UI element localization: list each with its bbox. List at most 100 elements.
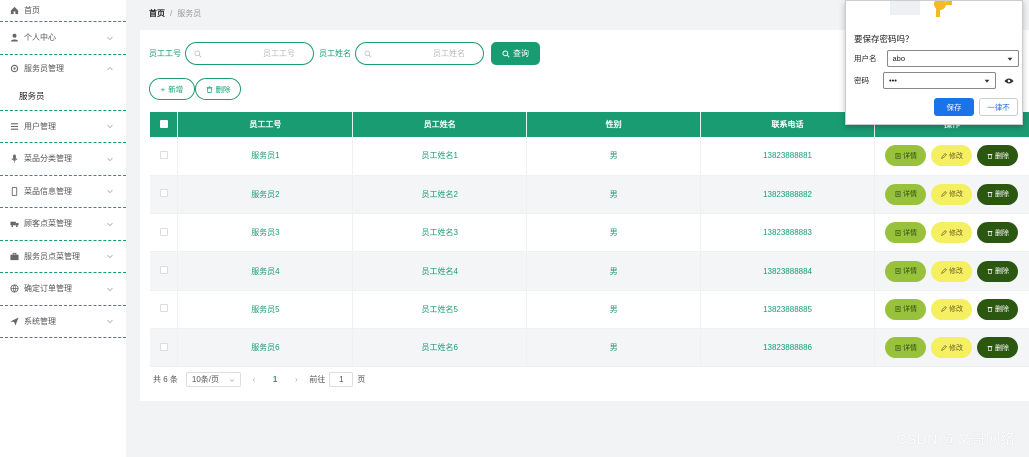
- save-password-button[interactable]: 保存: [934, 98, 974, 116]
- row-checkbox[interactable]: [159, 227, 168, 236]
- row-checkbox[interactable]: [159, 150, 168, 159]
- detail-button[interactable]: 详情: [885, 260, 927, 282]
- trash-icon: [987, 153, 993, 159]
- detail-button[interactable]: 详情: [885, 298, 927, 320]
- page-size-select[interactable]: 10条/页: [185, 372, 241, 387]
- sidebar-item-label: 顾客点菜管理: [24, 219, 72, 229]
- delete-button[interactable]: 删除: [977, 298, 1019, 320]
- sidebar-item-confirm-order[interactable]: 确定订单管理: [0, 273, 126, 306]
- save-password-popup: 要保存密码吗？ 用户名 abo 密码 ••• 保存 一律不: [845, 0, 1023, 125]
- row-checkbox-cell[interactable]: [150, 290, 179, 329]
- edit-button[interactable]: 修改: [931, 298, 973, 320]
- row-checkbox-cell[interactable]: [150, 175, 179, 215]
- add-button-label: 新增: [168, 84, 184, 94]
- page-number-current[interactable]: 1: [273, 375, 277, 384]
- eye-icon[interactable]: [1004, 77, 1014, 85]
- detail-button[interactable]: 详情: [885, 337, 927, 359]
- prev-page-button[interactable]: ‹: [249, 375, 259, 384]
- row-checkbox-cell[interactable]: [150, 137, 179, 176]
- cell-gender: 男: [526, 137, 702, 176]
- employee-name-input[interactable]: 员工姓名: [355, 42, 484, 65]
- pagination-total: 共 6 条: [153, 375, 178, 384]
- select-all-checkbox[interactable]: [159, 119, 168, 128]
- detail-button[interactable]: 详情: [885, 183, 927, 205]
- chevron-down-icon: [107, 287, 113, 291]
- pencil-icon: [941, 229, 947, 236]
- sidebar-item-label: 首页: [24, 6, 40, 15]
- row-checkbox[interactable]: [159, 189, 168, 198]
- sidebar-item-waiter-mgmt[interactable]: 服务员管理: [0, 55, 126, 83]
- sidebar-item-home[interactable]: 首页: [0, 0, 126, 22]
- row-checkbox[interactable]: [159, 342, 168, 351]
- detail-label: 详情: [902, 191, 917, 199]
- page-size-value: 10条/页: [191, 375, 220, 384]
- list-icon: [9, 121, 19, 131]
- delete-button[interactable]: 删除: [977, 222, 1019, 244]
- sidebar-item-dish-info[interactable]: 菜品信息管理: [0, 176, 126, 208]
- cell-phone: 13823888882: [700, 175, 875, 215]
- document-icon: [895, 344, 901, 351]
- sidebar-item-label: 个人中心: [24, 33, 56, 43]
- delete-button[interactable]: 删除: [977, 260, 1019, 282]
- detail-label: 详情: [902, 306, 917, 314]
- sidebar-item-user-mgmt[interactable]: 用户管理: [0, 111, 126, 143]
- cell-actions: 详情 修改 删除: [874, 175, 1029, 215]
- edit-button[interactable]: 修改: [931, 260, 973, 282]
- batch-delete-button[interactable]: 删除: [195, 78, 241, 100]
- row-checkbox-cell[interactable]: [150, 213, 179, 253]
- sidebar-item-label: 系统管理: [24, 316, 56, 326]
- cell-id: 服务员1: [177, 137, 354, 176]
- detail-button[interactable]: 详情: [885, 145, 927, 167]
- breadcrumb-current: 服务员: [177, 9, 202, 18]
- page-suffix: 页: [357, 375, 366, 384]
- cell-gender: 男: [526, 213, 702, 253]
- pencil-icon: [941, 268, 947, 274]
- username-select[interactable]: abo: [886, 50, 1019, 67]
- sidebar-item-customer-order[interactable]: 顾客点菜管理: [0, 208, 126, 241]
- trash-icon: [987, 269, 993, 275]
- username-label: 用户名: [854, 54, 877, 63]
- delete-button[interactable]: 删除: [977, 183, 1019, 205]
- sidebar-item-system[interactable]: 系统管理: [0, 306, 126, 338]
- sidebar-item-waiter-order[interactable]: 服务员点菜管理: [0, 241, 126, 273]
- caret-down-icon: [984, 79, 990, 83]
- chevron-down-icon: [107, 36, 113, 40]
- edit-button[interactable]: 修改: [931, 183, 973, 205]
- detail-button[interactable]: 详情: [885, 222, 927, 244]
- pencil-icon: [941, 153, 947, 159]
- edit-button[interactable]: 修改: [931, 145, 973, 167]
- sidebar-item-profile[interactable]: 个人中心: [0, 22, 126, 55]
- password-row: 密码 •••: [854, 72, 1014, 89]
- save-password-title: 要保存密码吗？: [854, 34, 914, 44]
- delete-button[interactable]: 删除: [977, 337, 1019, 359]
- never-save-button[interactable]: 一律不: [979, 98, 1018, 116]
- edit-button[interactable]: 修改: [931, 222, 973, 244]
- row-checkbox-cell[interactable]: [150, 328, 179, 368]
- delete-button[interactable]: 删除: [977, 145, 1019, 167]
- cell-name: 员工姓名3: [352, 213, 528, 253]
- trash-icon: [987, 192, 993, 198]
- select-all-cell[interactable]: [150, 112, 179, 137]
- query-button[interactable]: 查询: [491, 42, 540, 65]
- chevron-down-icon: [229, 378, 234, 382]
- password-select[interactable]: •••: [883, 72, 996, 89]
- trash-icon: [987, 230, 993, 236]
- goto-page-input[interactable]: 1: [329, 372, 354, 387]
- row-checkbox[interactable]: [159, 304, 168, 313]
- breadcrumb-home[interactable]: 首页: [149, 9, 165, 18]
- cell-actions: 详情 修改 删除: [874, 137, 1029, 176]
- username-row: 用户名 abo: [854, 50, 1019, 67]
- edit-button[interactable]: 修改: [931, 337, 973, 359]
- cell-phone: 13823888885: [700, 290, 875, 329]
- sidebar-item-dish-category[interactable]: 菜品分类管理: [0, 143, 126, 176]
- cell-phone: 13823888883: [700, 213, 875, 253]
- detail-label: 详情: [902, 344, 917, 352]
- sidebar-subitem-waiter[interactable]: 服务员: [0, 83, 126, 111]
- add-button[interactable]: + 新增: [149, 78, 195, 100]
- employee-id-input[interactable]: 员工工号: [185, 42, 314, 65]
- next-page-button[interactable]: ›: [291, 375, 301, 384]
- row-checkbox-cell[interactable]: [150, 251, 179, 291]
- cell-gender: 男: [526, 251, 702, 291]
- gear-icon: [9, 64, 19, 74]
- row-checkbox[interactable]: [159, 266, 168, 275]
